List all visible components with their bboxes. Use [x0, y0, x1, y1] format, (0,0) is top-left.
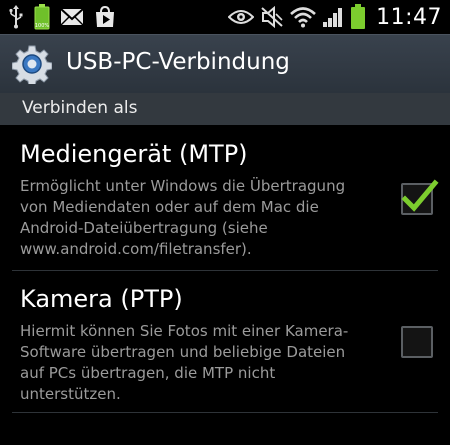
ptp-checkbox[interactable]	[401, 326, 433, 358]
battery-icon	[350, 4, 366, 30]
description-line: von Mediendaten oder auf dem Mac die	[20, 198, 319, 216]
usb-icon	[8, 5, 24, 29]
page-title: USB-PC-Verbindung	[66, 49, 290, 75]
status-clock: 11:47	[376, 4, 442, 30]
option-description: Ermöglicht unter Windows die Übertragung…	[20, 176, 390, 260]
title-bar: USB-PC-Verbindung	[0, 34, 450, 94]
divider	[12, 412, 438, 413]
description-line: Ermöglicht unter Windows die Übertragung	[20, 177, 346, 195]
gmail-icon	[60, 7, 84, 27]
svg-text:100%: 100%	[35, 23, 50, 29]
mute-icon	[260, 6, 284, 28]
description-line: Software übertragen und beliebige Dateie…	[20, 343, 346, 361]
wifi-icon	[290, 6, 316, 28]
option-media-device-mtp[interactable]: Mediengerät (MTP) Ermöglicht unter Windo…	[0, 126, 450, 270]
description-line: auf PCs übertragen, die MTP nicht	[20, 364, 276, 382]
system-icons: 11:47	[228, 3, 442, 31]
battery-full-icon: 100%	[34, 4, 50, 30]
option-title: Kamera (PTP)	[20, 285, 183, 313]
section-header: Verbinden als	[0, 93, 450, 126]
signal-icon	[322, 6, 344, 28]
option-title: Mediengerät (MTP)	[20, 140, 248, 168]
option-camera-ptp[interactable]: Kamera (PTP) Hiermit können Sie Fotos mi…	[0, 271, 450, 409]
settings-gear-icon[interactable]	[11, 44, 53, 87]
eye-icon	[228, 8, 255, 26]
section-title: Verbinden als	[22, 98, 138, 118]
mtp-checkbox[interactable]	[401, 179, 439, 215]
play-store-icon	[94, 6, 116, 28]
description-line: www.android.com/filetransfer).	[20, 240, 252, 258]
status-bar: 100% 11:47	[0, 0, 450, 34]
checkmark-icon	[401, 179, 439, 212]
description-line: Hiermit können Sie Fotos mit einer Kamer…	[20, 322, 349, 340]
option-description: Hiermit können Sie Fotos mit einer Kamer…	[20, 321, 390, 405]
description-line: unterstützen.	[20, 385, 121, 403]
description-line: Android-Dateiübertragung (siehe	[20, 219, 268, 237]
notification-icons: 100%	[8, 4, 116, 30]
